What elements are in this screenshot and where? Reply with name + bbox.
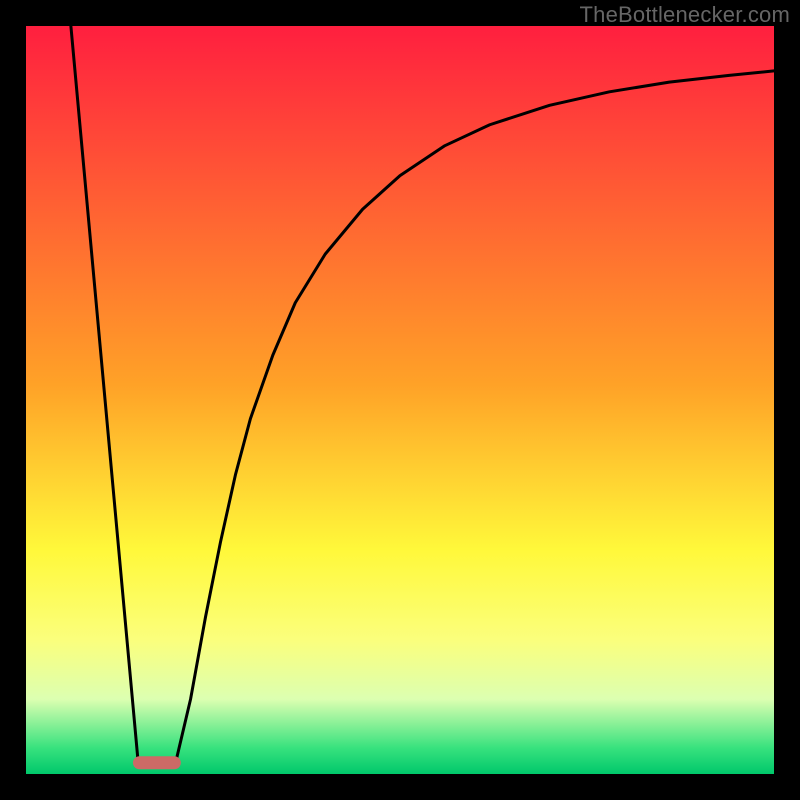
chart-frame: TheBottlenecker.com [0, 0, 800, 800]
optimal-marker [133, 756, 181, 769]
marker-pill [133, 756, 181, 769]
plot-area [26, 26, 774, 774]
chart-svg [26, 26, 774, 774]
gradient-background [26, 26, 774, 774]
watermark-text: TheBottlenecker.com [580, 2, 790, 28]
